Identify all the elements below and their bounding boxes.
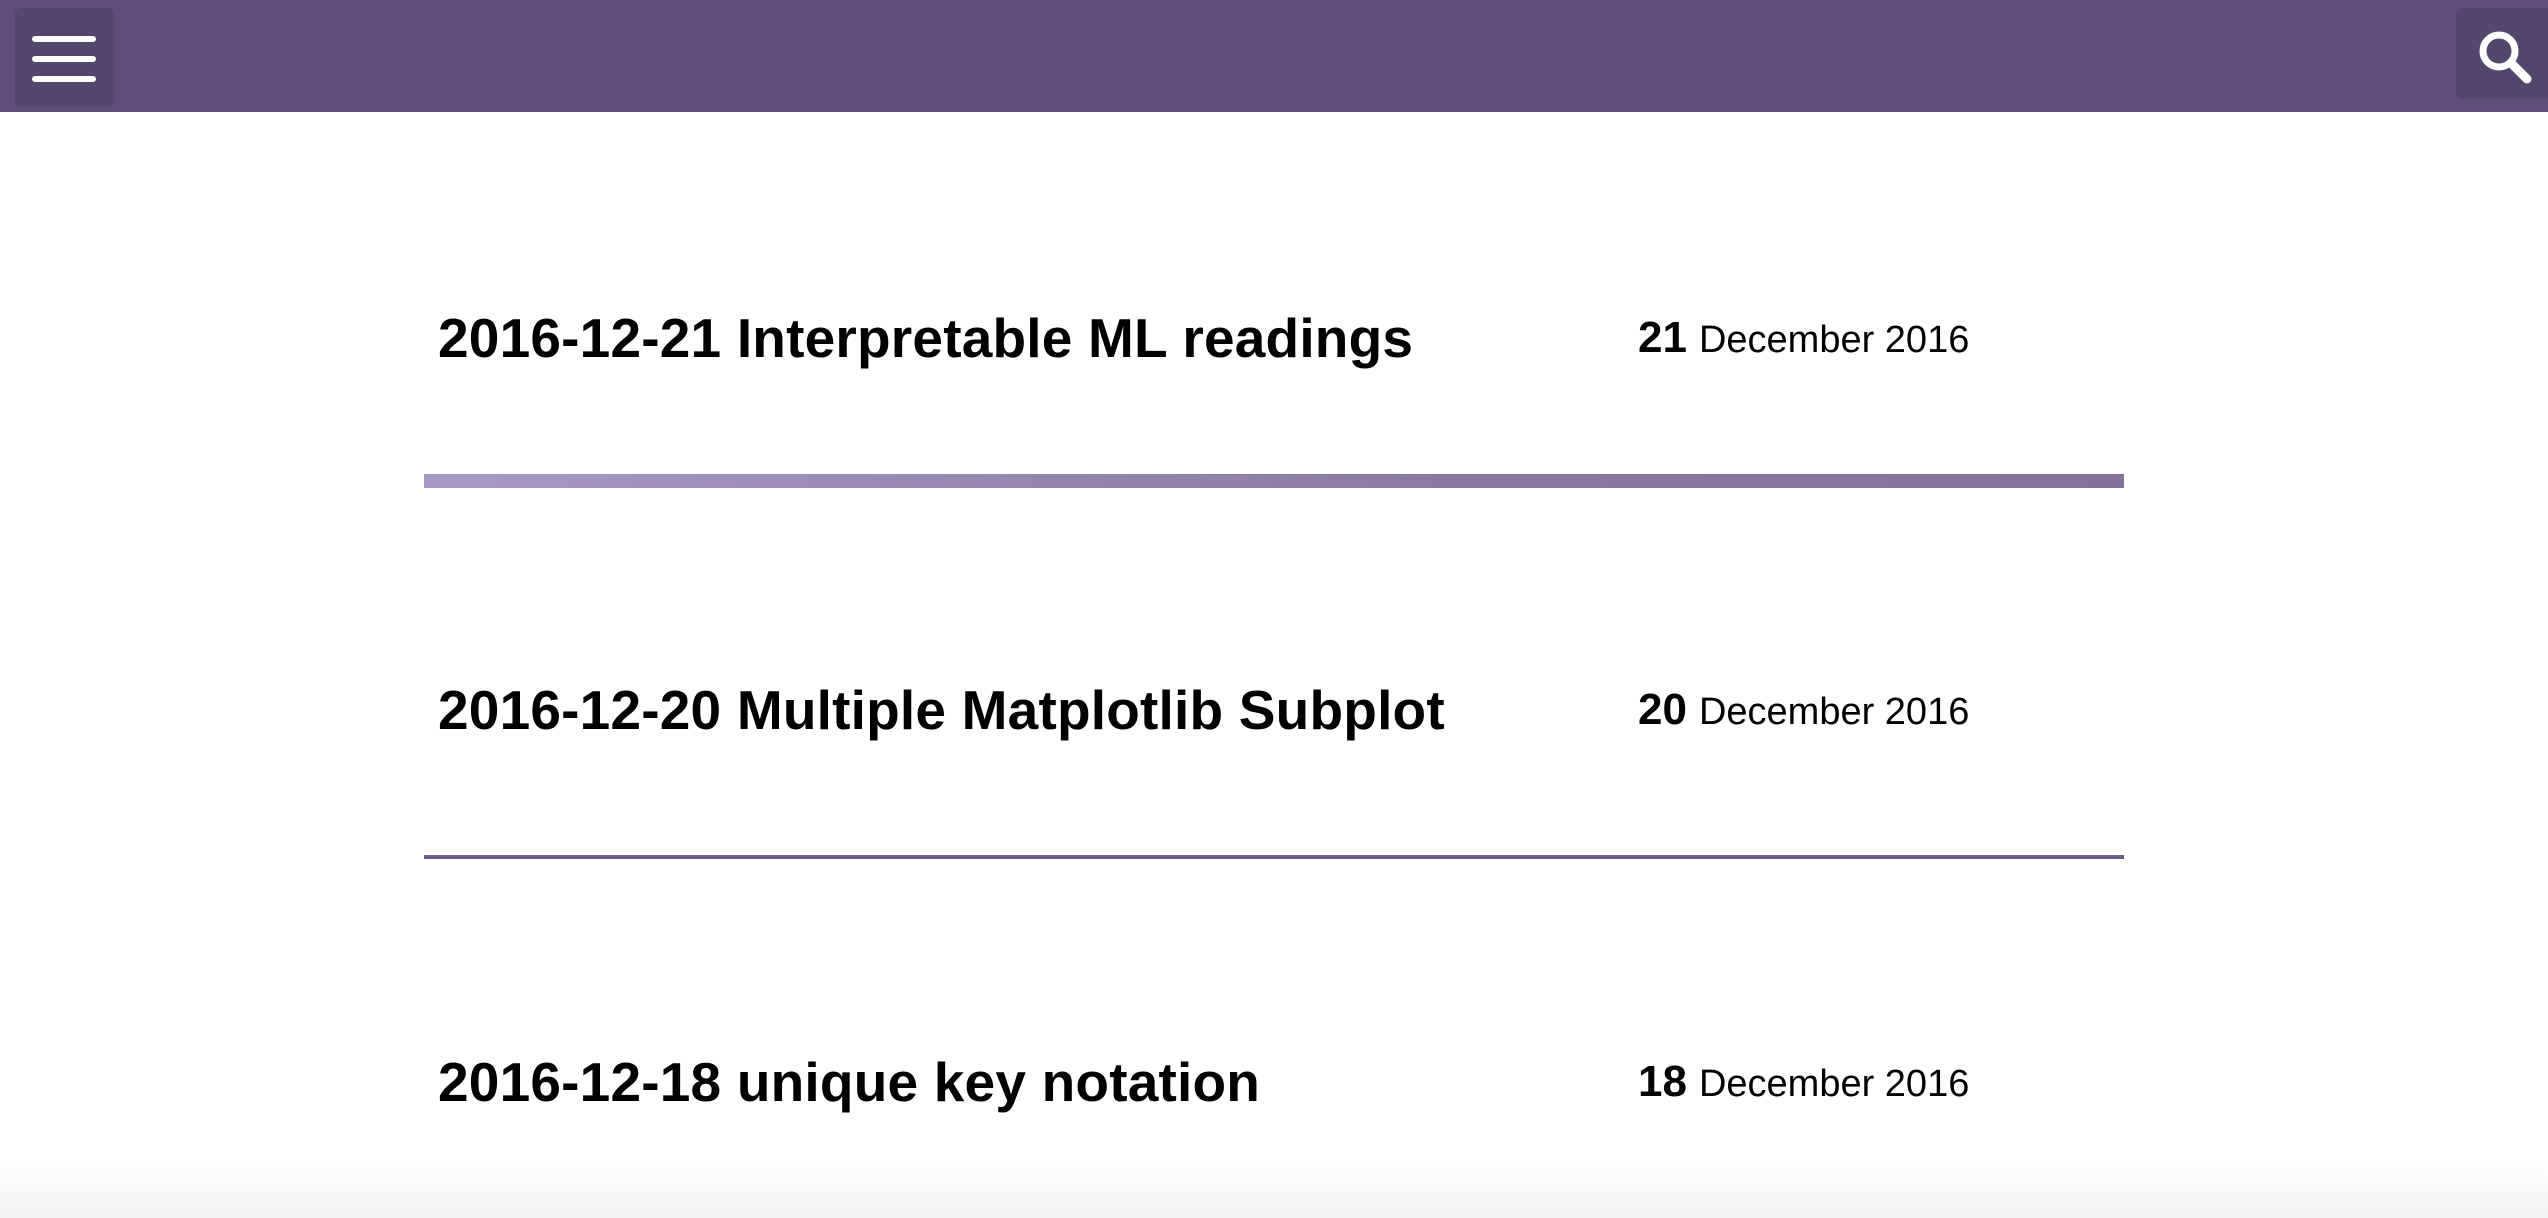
menu-button[interactable] — [15, 8, 114, 107]
post-date-month-year: December 2016 — [1698, 691, 1970, 733]
search-button[interactable] — [2456, 8, 2548, 99]
post-title[interactable]: 2016-12-20 Multiple Matplotlib Subplot — [438, 678, 1445, 742]
post-item[interactable]: 2016-12-20 Multiple Matplotlib Subplot 2… — [424, 650, 2124, 770]
post-date-day: 21 — [1638, 313, 1687, 362]
post-item[interactable]: 2016-12-21 Interpretable ML readings 21 D… — [424, 278, 2124, 398]
post-item[interactable]: 2016-12-18 unique key notation 18 Decembe… — [424, 1022, 2124, 1142]
post-date-month-year: December 2016 — [1698, 319, 1970, 361]
post-date-day: 20 — [1638, 685, 1687, 734]
post-date-day: 18 — [1638, 1057, 1687, 1106]
post-title[interactable]: 2016-12-21 Interpretable ML readings — [438, 306, 1413, 370]
post-title[interactable]: 2016-12-18 unique key notation — [438, 1050, 1260, 1114]
post-date: 21 December 2016 — [1638, 313, 1969, 363]
top-navigation-bar — [0, 0, 2548, 112]
post-date-month-year: December 2016 — [1698, 1063, 1970, 1105]
post-date: 18 December 2016 — [1638, 1057, 1969, 1107]
bottom-scroll-shadow — [0, 1160, 2548, 1218]
search-icon — [2479, 31, 2532, 84]
post-separator — [424, 474, 2124, 488]
post-separator — [424, 855, 2124, 859]
post-date: 20 December 2016 — [1638, 685, 1969, 735]
